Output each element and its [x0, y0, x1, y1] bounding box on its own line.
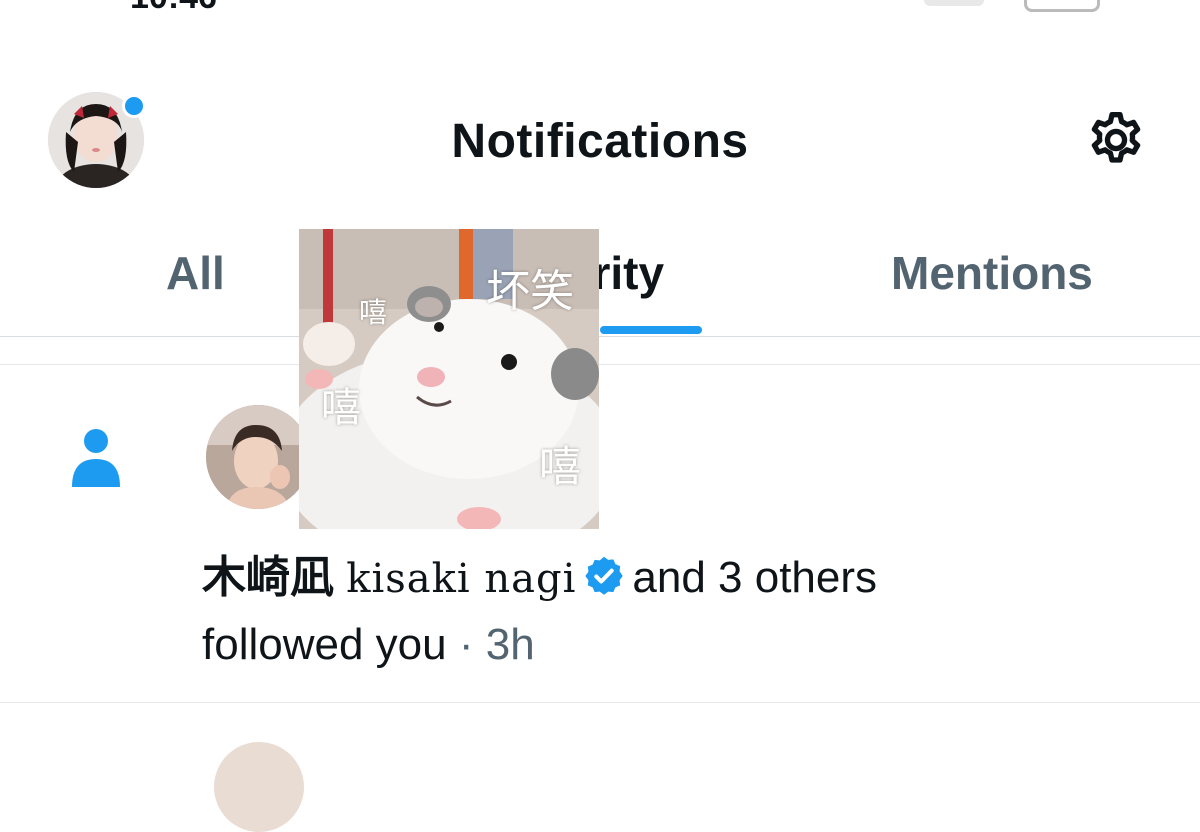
action-text: followed you [202, 620, 447, 669]
header: Notifications [0, 80, 1200, 200]
follower-avatar[interactable] [206, 405, 310, 509]
battery-icon [1024, 0, 1100, 12]
display-name[interactable]: 木崎凪 [202, 553, 334, 602]
status-time: 10:46 [130, 0, 217, 17]
tab-all[interactable]: All [166, 246, 225, 300]
page-title: Notifications [451, 115, 749, 168]
notification-text: 木崎凪 kisaki nagi and 3 others followed you… [202, 545, 1162, 678]
signal-icon [924, 0, 984, 6]
status-bar: 10:46 [0, 0, 1200, 16]
sticker-text: 嘻 [539, 442, 582, 491]
others-count: and 3 others [632, 553, 878, 602]
sticker-text: 嘻 [321, 385, 361, 431]
person-icon [68, 427, 124, 491]
hamster-sticker-overlay: 坏笑 嘻 嘻 嘻 [299, 229, 599, 529]
divider [0, 702, 1200, 703]
display-name-styled[interactable]: kisaki nagi [346, 556, 576, 602]
tab-mentions[interactable]: Mentions [891, 246, 1093, 300]
gear-icon [1091, 112, 1141, 163]
tab-bar: All Priority Mentions [0, 228, 1200, 338]
status-indicators [924, 0, 1100, 12]
settings-button[interactable] [1082, 106, 1150, 174]
active-tab-indicator [600, 326, 702, 334]
divider [0, 336, 1200, 337]
next-notification-avatar[interactable] [214, 742, 304, 832]
separator: · [458, 620, 474, 669]
verified-badge-icon [582, 551, 626, 595]
notification-item[interactable]: 木崎凪 kisaki nagi and 3 others followed you… [0, 365, 1200, 703]
sticker-caption: 坏笑 [486, 266, 574, 317]
sticker-text: 嘻 [359, 296, 388, 329]
timestamp: 3h [485, 620, 535, 669]
follower-avatar-image [206, 405, 310, 509]
